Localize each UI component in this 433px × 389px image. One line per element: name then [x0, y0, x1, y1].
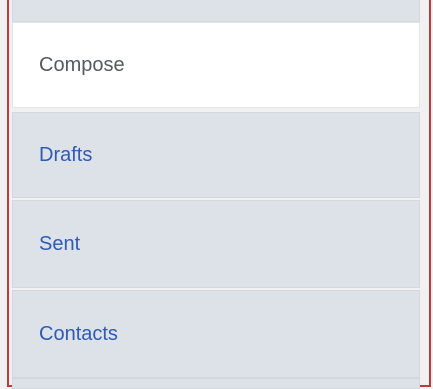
- sidebar-item-compose[interactable]: Compose: [12, 22, 420, 108]
- sidebar-item-label: Compose: [39, 53, 125, 76]
- sidebar-item-partial-bottom[interactable]: [12, 378, 420, 389]
- sidebar-item-contacts[interactable]: Contacts: [12, 290, 420, 378]
- sidebar-item-sent[interactable]: Sent: [12, 200, 420, 288]
- sidebar-item-label: Sent: [39, 232, 81, 255]
- sidebar-item-drafts[interactable]: Drafts: [12, 112, 420, 198]
- sidebar-nav: Compose Drafts Sent Contacts: [12, 0, 420, 389]
- sidebar-item-partial-top[interactable]: [12, 0, 420, 22]
- sidebar-item-label: Drafts: [39, 143, 93, 166]
- sidebar-item-label: Contacts: [39, 322, 118, 345]
